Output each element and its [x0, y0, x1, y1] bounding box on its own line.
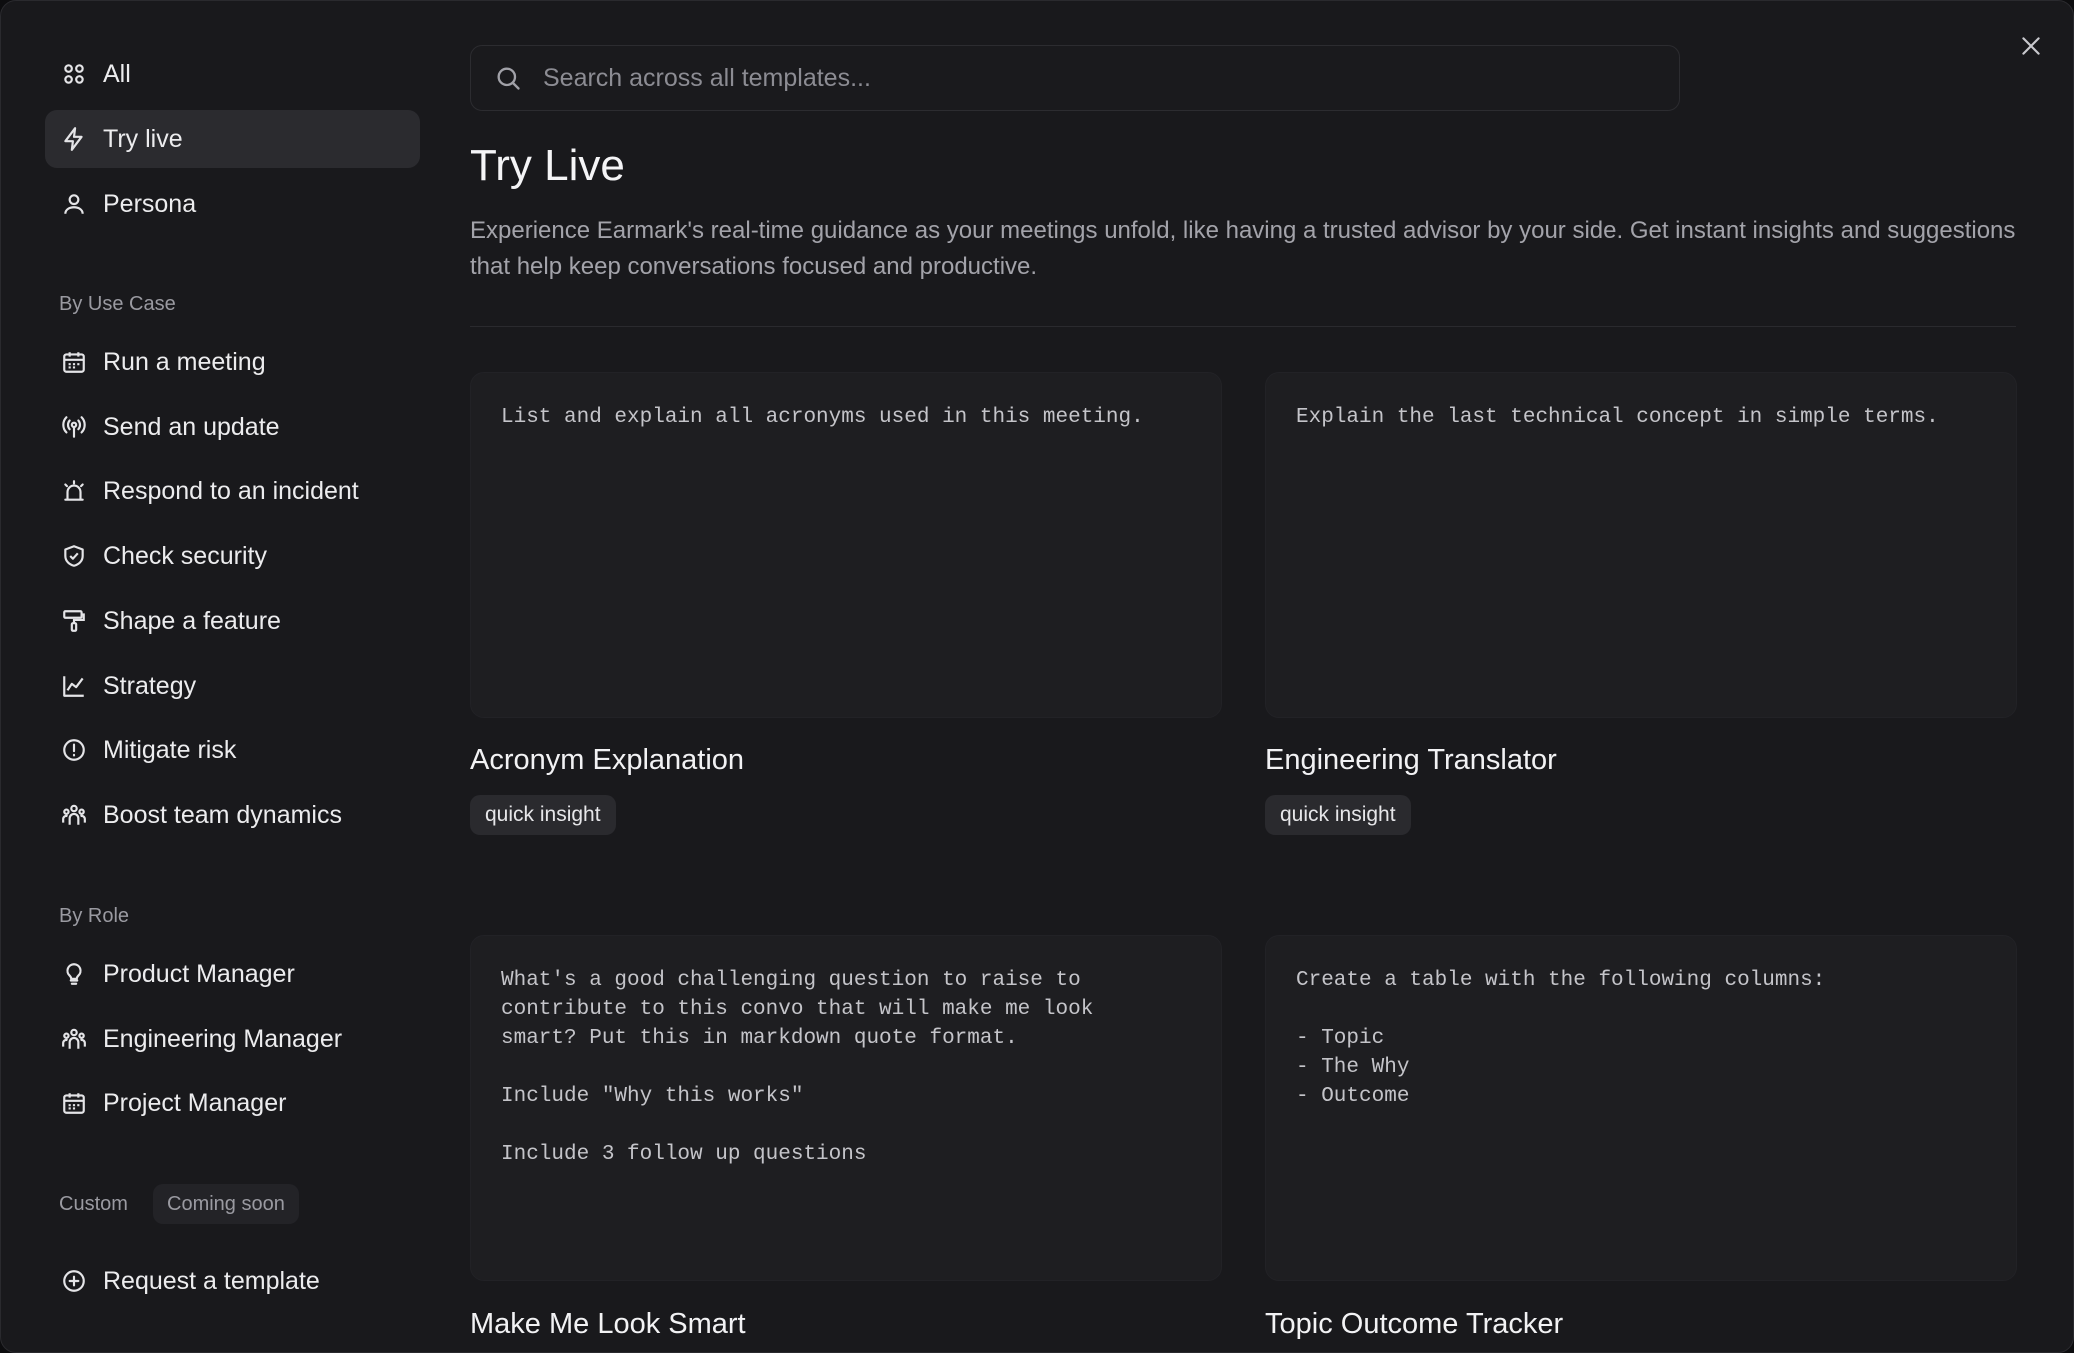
sidebar-item-project-manager[interactable]: Project Manager — [45, 1074, 420, 1132]
sidebar-item-send-an-update[interactable]: Send an update — [45, 398, 420, 456]
team-icon — [59, 1024, 89, 1054]
sidebar-item-label: Try live — [103, 124, 183, 153]
template-card-prompt[interactable]: List and explain all acronyms used in th… — [470, 372, 1222, 718]
sidebar-item-label: Product Manager — [103, 959, 295, 988]
paint-roller-icon — [59, 606, 89, 636]
template-tag: quick insight — [470, 795, 616, 835]
sidebar-item-label: Respond to an incident — [103, 476, 359, 505]
template-card-prompt[interactable]: Explain the last technical concept in si… — [1265, 372, 2017, 718]
page-title: Try Live — [470, 141, 625, 190]
sidebar-item-engineering-manager[interactable]: Engineering Manager — [45, 1010, 420, 1068]
sidebar-item-mitigate-risk[interactable]: Mitigate risk — [45, 721, 420, 779]
siren-icon — [59, 476, 89, 506]
coming-soon-badge: Coming soon — [153, 1184, 299, 1224]
sidebar-item-respond-to-incident[interactable]: Respond to an incident — [45, 462, 420, 520]
template-card-title: Topic Outcome Tracker — [1265, 1308, 1564, 1340]
sidebar-item-label: Engineering Manager — [103, 1024, 343, 1053]
sidebar-item-label: Send an update — [103, 412, 280, 441]
sidebar-item-label: Mitigate risk — [103, 735, 237, 764]
sidebar-item-label: Run a meeting — [103, 347, 266, 376]
sidebar-item-label: Strategy — [103, 671, 197, 700]
section-header-use-case: By Use Case — [59, 293, 176, 315]
sidebar-item-label: Check security — [103, 541, 267, 570]
template-card-prompt[interactable]: Create a table with the following column… — [1265, 935, 2017, 1281]
search-input[interactable] — [543, 63, 1679, 93]
grid-icon — [59, 59, 89, 89]
sidebar-item-run-a-meeting[interactable]: Run a meeting — [45, 333, 420, 391]
sidebar-item-check-security[interactable]: Check security — [45, 527, 420, 585]
template-tag: quick insight — [1265, 795, 1411, 835]
alert-circle-icon — [59, 735, 89, 765]
sidebar-item-strategy[interactable]: Strategy — [45, 657, 420, 715]
search-bar — [470, 45, 1680, 111]
sidebar: All Try live Persona By Use Case Run a m… — [1, 1, 441, 1352]
shield-check-icon — [59, 541, 89, 571]
person-icon — [59, 189, 89, 219]
sidebar-item-label: Persona — [103, 189, 197, 218]
calendar-icon — [59, 347, 89, 377]
plus-circle-icon — [59, 1266, 89, 1296]
lightning-icon — [59, 124, 89, 154]
template-card-prompt[interactable]: What's a good challenging question to ra… — [470, 935, 1222, 1281]
lightbulb-icon — [59, 959, 89, 989]
sidebar-item-try-live[interactable]: Try live — [45, 110, 420, 168]
broadcast-icon — [59, 412, 89, 442]
sidebar-item-all[interactable]: All — [45, 45, 420, 103]
template-card-title: Engineering Translator — [1265, 744, 1557, 776]
section-header-custom: Custom — [59, 1193, 128, 1215]
sidebar-item-persona[interactable]: Persona — [45, 175, 420, 233]
request-template-button[interactable]: Request a template — [45, 1252, 420, 1310]
sidebar-item-label: Boost team dynamics — [103, 800, 342, 829]
section-header-role: By Role — [59, 905, 130, 927]
template-card-title: Make Me Look Smart — [470, 1308, 746, 1340]
close-icon — [2022, 37, 2040, 55]
team-icon — [59, 800, 89, 830]
template-card-title: Acronym Explanation — [470, 744, 745, 776]
template-library-modal: All Try live Persona By Use Case Run a m… — [0, 0, 2074, 1353]
sidebar-item-label: Shape a feature — [103, 606, 281, 635]
line-chart-icon — [59, 671, 89, 701]
sidebar-item-label: All — [103, 59, 131, 88]
sidebar-item-shape-a-feature[interactable]: Shape a feature — [45, 592, 420, 650]
sidebar-item-label: Project Manager — [103, 1088, 287, 1117]
page-description: Experience Earmark's real-time guidance … — [470, 217, 2016, 280]
divider — [470, 326, 2016, 327]
sidebar-item-boost-team-dynamics[interactable]: Boost team dynamics — [45, 786, 420, 844]
request-template-label: Request a template — [103, 1266, 320, 1295]
search-icon — [493, 63, 523, 93]
close-button[interactable] — [2014, 29, 2048, 63]
calendar-icon — [59, 1088, 89, 1118]
sidebar-item-product-manager[interactable]: Product Manager — [45, 945, 420, 1003]
